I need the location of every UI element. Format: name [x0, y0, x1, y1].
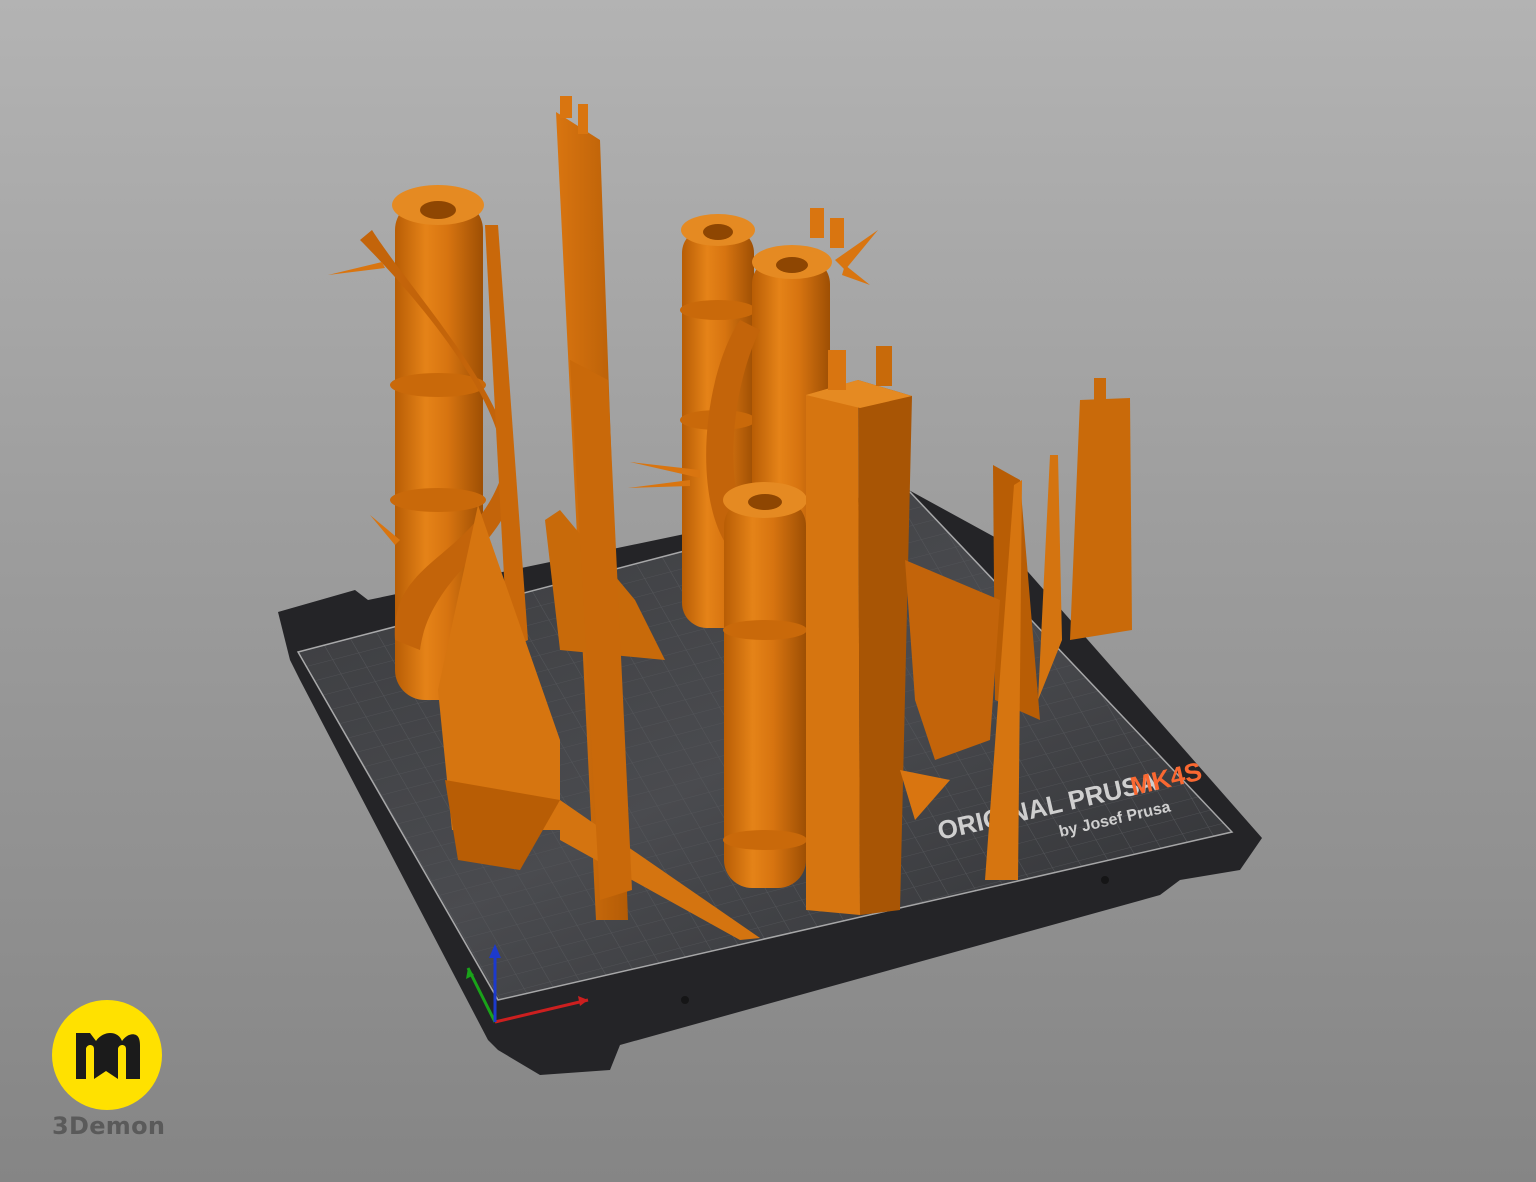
- 3demon-m-icon: [52, 1000, 162, 1110]
- watermark-label: 3Demon: [52, 1112, 166, 1140]
- front-bamboo-column[interactable]: [723, 482, 807, 888]
- 3d-viewport[interactable]: ORIGINAL PRUSA MK4S by Josef Prusa: [0, 0, 1536, 1182]
- watermark-logo: 3Demon: [52, 1000, 166, 1140]
